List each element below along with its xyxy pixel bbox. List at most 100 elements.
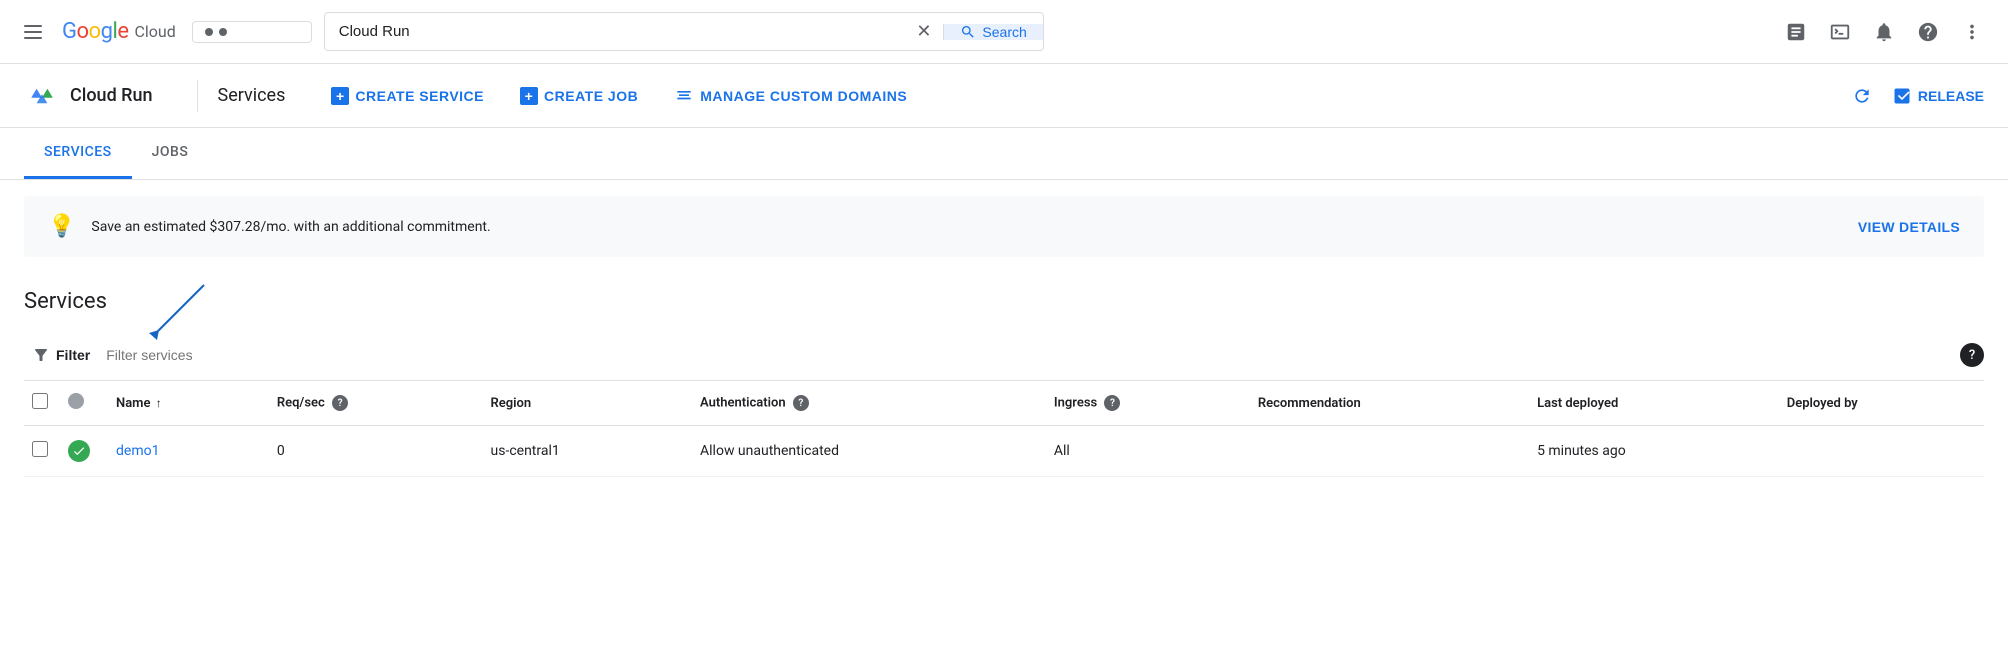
- status-header-dot: [68, 393, 84, 409]
- help-icon-button[interactable]: [1908, 12, 1948, 52]
- th-last-deployed: Last deployed: [1521, 381, 1771, 426]
- th-recommendation: Recommendation: [1242, 381, 1521, 426]
- services-section: Services Filter ?: [0, 273, 2008, 477]
- td-checkbox: [24, 426, 64, 477]
- th-ingress-label: Ingress: [1054, 395, 1097, 410]
- create-service-plus-icon: +: [331, 87, 349, 105]
- document-icon: [1785, 21, 1807, 43]
- table-row: demo1 0 us-central1 Allow unauthenticate…: [24, 426, 1984, 477]
- create-service-button[interactable]: + CREATE SERVICE: [317, 79, 498, 113]
- td-authentication: Allow unauthenticated: [684, 426, 1038, 477]
- ingress-help-icon[interactable]: ?: [1104, 395, 1120, 411]
- project-dot: [205, 28, 213, 36]
- table-header: Name ↑ Req/sec ? Region Authentication ?…: [24, 381, 1984, 426]
- top-nav: Google Cloud ✕ Search: [0, 0, 2008, 64]
- td-name: demo1: [100, 426, 261, 477]
- savings-banner: 💡 Save an estimated $307.28/mo. with an …: [24, 196, 1984, 257]
- req-sec-value: 0: [277, 443, 285, 459]
- filter-bar: Filter ?: [24, 330, 1984, 381]
- th-recommendation-label: Recommendation: [1258, 396, 1361, 411]
- notification-icon-button[interactable]: [1864, 12, 1904, 52]
- search-icon: [960, 24, 976, 40]
- release-icon: [1892, 86, 1912, 106]
- view-details-button[interactable]: VIEW DETAILS: [1858, 219, 1960, 235]
- th-region-label: Region: [491, 396, 532, 411]
- th-status: [64, 381, 100, 426]
- hamburger-menu-button[interactable]: [16, 17, 50, 47]
- th-name: Name ↑: [100, 381, 261, 426]
- th-select-all: [24, 381, 64, 426]
- auth-help-icon[interactable]: ?: [793, 395, 809, 411]
- refresh-icon: [1852, 86, 1872, 106]
- cloud-run-icon: [24, 78, 60, 114]
- sub-nav-divider: [197, 80, 198, 112]
- services-table: Name ↑ Req/sec ? Region Authentication ?…: [24, 381, 1984, 477]
- select-all-checkbox[interactable]: [32, 393, 48, 409]
- td-status: [64, 426, 100, 477]
- tab-jobs[interactable]: JOBS: [132, 128, 209, 179]
- project-selector[interactable]: [192, 21, 312, 43]
- document-icon-button[interactable]: [1776, 12, 1816, 52]
- google-cloud-logo[interactable]: Google Cloud: [62, 19, 176, 44]
- filter-help-button[interactable]: ?: [1960, 343, 1984, 367]
- sub-nav: Cloud Run Services + CREATE SERVICE + CR…: [0, 64, 2008, 128]
- nav-icons: [1776, 12, 1992, 52]
- search-input[interactable]: [325, 13, 905, 50]
- create-job-button[interactable]: + CREATE JOB: [506, 79, 652, 113]
- th-deployed-by-label: Deployed by: [1787, 396, 1858, 411]
- td-deployed-by: [1771, 426, 1984, 477]
- savings-icon: 💡: [48, 214, 75, 239]
- more-options-button[interactable]: [1952, 12, 1992, 52]
- row-checkbox[interactable]: [32, 441, 48, 457]
- sub-nav-right: RELEASE: [1844, 78, 1984, 114]
- th-authentication: Authentication ?: [684, 381, 1038, 426]
- terminal-icon: [1829, 21, 1851, 43]
- annotation-arrow: [124, 275, 264, 345]
- td-req-sec: 0: [261, 426, 475, 477]
- cloud-run-title: Cloud Run: [70, 85, 153, 106]
- tab-services[interactable]: SERVICES: [24, 128, 132, 179]
- filter-label: Filter: [56, 347, 90, 363]
- filter-button[interactable]: Filter: [24, 340, 98, 370]
- status-green-icon: [68, 440, 90, 462]
- release-label: RELEASE: [1918, 88, 1984, 104]
- last-deployed-value: 5 minutes ago: [1537, 443, 1626, 459]
- search-clear-button[interactable]: ✕: [904, 21, 943, 42]
- refresh-button[interactable]: [1844, 78, 1880, 114]
- req-sec-help-icon[interactable]: ?: [332, 395, 348, 411]
- release-button[interactable]: RELEASE: [1892, 86, 1984, 106]
- manage-domains-icon: [674, 86, 694, 106]
- td-recommendation: [1242, 426, 1521, 477]
- manage-custom-domains-button[interactable]: MANAGE CUSTOM DOMAINS: [660, 78, 921, 114]
- table-body: demo1 0 us-central1 Allow unauthenticate…: [24, 426, 1984, 477]
- filter-input[interactable]: [106, 347, 1952, 363]
- savings-text: Save an estimated $307.28/mo. with an ad…: [91, 219, 1841, 235]
- th-auth-label: Authentication: [700, 395, 786, 410]
- sort-arrow-icon: ↑: [156, 396, 162, 410]
- search-bar: ✕ Search: [324, 12, 1044, 51]
- filter-icon: [32, 346, 50, 364]
- terminal-icon-button[interactable]: [1820, 12, 1860, 52]
- create-service-label: CREATE SERVICE: [355, 88, 484, 104]
- services-breadcrumb: Services: [218, 85, 286, 106]
- bell-icon: [1873, 21, 1895, 43]
- th-req-sec: Req/sec ?: [261, 381, 475, 426]
- th-name-label: Name: [116, 396, 150, 411]
- more-icon: [1961, 21, 1983, 43]
- td-last-deployed: 5 minutes ago: [1521, 426, 1771, 477]
- manage-domains-label: MANAGE CUSTOM DOMAINS: [700, 88, 907, 104]
- region-value: us-central1: [491, 443, 560, 459]
- help-icon: [1917, 21, 1939, 43]
- th-ingress: Ingress ?: [1038, 381, 1242, 426]
- tabs-bar: SERVICES JOBS: [0, 128, 2008, 180]
- auth-value: Allow unauthenticated: [700, 443, 839, 459]
- search-button[interactable]: Search: [943, 24, 1042, 40]
- cloud-run-logo: Cloud Run: [24, 78, 153, 114]
- create-job-label: CREATE JOB: [544, 88, 638, 104]
- service-name-link[interactable]: demo1: [116, 443, 159, 459]
- ingress-value: All: [1054, 443, 1070, 459]
- sub-nav-actions: + CREATE SERVICE + CREATE JOB MANAGE CUS…: [317, 78, 921, 114]
- th-deployed-by: Deployed by: [1771, 381, 1984, 426]
- search-button-label: Search: [982, 24, 1026, 40]
- td-ingress: All: [1038, 426, 1242, 477]
